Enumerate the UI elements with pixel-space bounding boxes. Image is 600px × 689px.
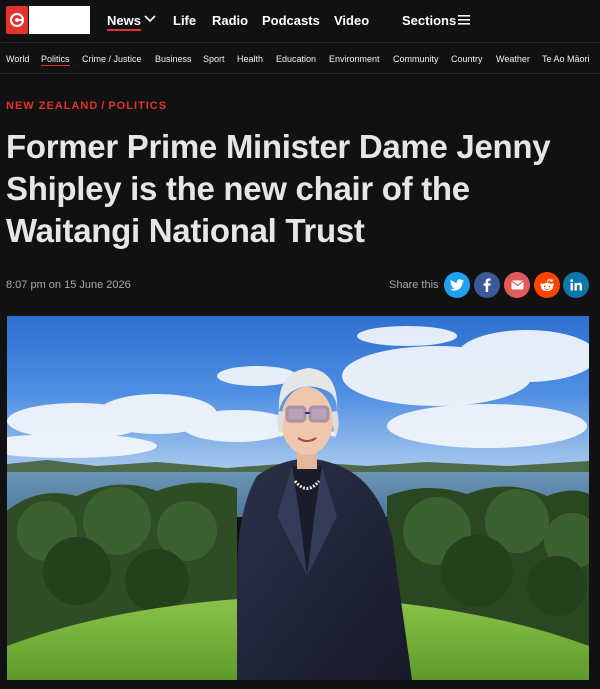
logo-wordmark[interactable] [29, 6, 90, 34]
subnav-item-education[interactable]: Education [276, 54, 316, 64]
kicker-politics-link[interactable]: POLITICS [108, 100, 167, 112]
reddit-icon [540, 279, 554, 291]
subnav-item-sport[interactable]: Sport [203, 54, 225, 64]
nav-video[interactable]: Video [334, 13, 369, 28]
facebook-icon [483, 278, 491, 292]
nav-podcasts[interactable]: Podcasts [262, 13, 320, 28]
top-header: News Life Radio Podcasts Video Sections [0, 0, 600, 42]
subnav-item-country[interactable]: Country [451, 54, 483, 64]
nav-life[interactable]: Life [173, 13, 196, 28]
hero-photo [7, 316, 589, 680]
share-label: Share this [389, 279, 439, 291]
share-linkedin-button[interactable] [563, 272, 589, 298]
subnav-item-environment[interactable]: Environment [329, 54, 380, 64]
nav-radio[interactable]: Radio [212, 13, 248, 28]
share-email-button[interactable] [504, 272, 530, 298]
subnav-item-business[interactable]: Business [155, 54, 192, 64]
chevron-down-icon[interactable] [144, 14, 156, 24]
subnav-item-te-ao-maori[interactable]: Te Ao Māori [542, 54, 590, 64]
article-headline: Former Prime Minister Dame Jenny Shipley… [6, 128, 551, 249]
subnav-item-crime-justice[interactable]: Crime / Justice [82, 54, 142, 64]
share-twitter-button[interactable] [444, 272, 470, 298]
share-reddit-button[interactable] [534, 272, 560, 298]
subnav-item-politics[interactable]: Politics [41, 54, 70, 66]
sections-button[interactable]: Sections [402, 13, 456, 28]
subnav-item-world[interactable]: World [6, 54, 29, 64]
hamburger-menu-icon[interactable] [458, 15, 470, 25]
subnav-item-community[interactable]: Community [393, 54, 439, 64]
nav-news[interactable]: News [107, 13, 141, 31]
rnz-logo-icon[interactable] [6, 6, 28, 34]
subnav-item-weather[interactable]: Weather [496, 54, 530, 64]
section-subnav: World Politics Crime / Justice Business … [0, 42, 600, 74]
kicker-new-zealand-link[interactable]: NEW ZEALAND [6, 100, 98, 112]
article-timestamp: 8:07 pm on 15 June 2026 [6, 279, 131, 291]
linkedin-icon [569, 279, 582, 291]
subnav-item-health[interactable]: Health [237, 54, 263, 64]
article-kicker: NEW ZEALAND / POLITICS [6, 100, 167, 112]
twitter-icon [450, 279, 464, 291]
email-icon [510, 280, 524, 290]
share-facebook-button[interactable] [474, 272, 500, 298]
kicker-separator: / [101, 100, 106, 112]
